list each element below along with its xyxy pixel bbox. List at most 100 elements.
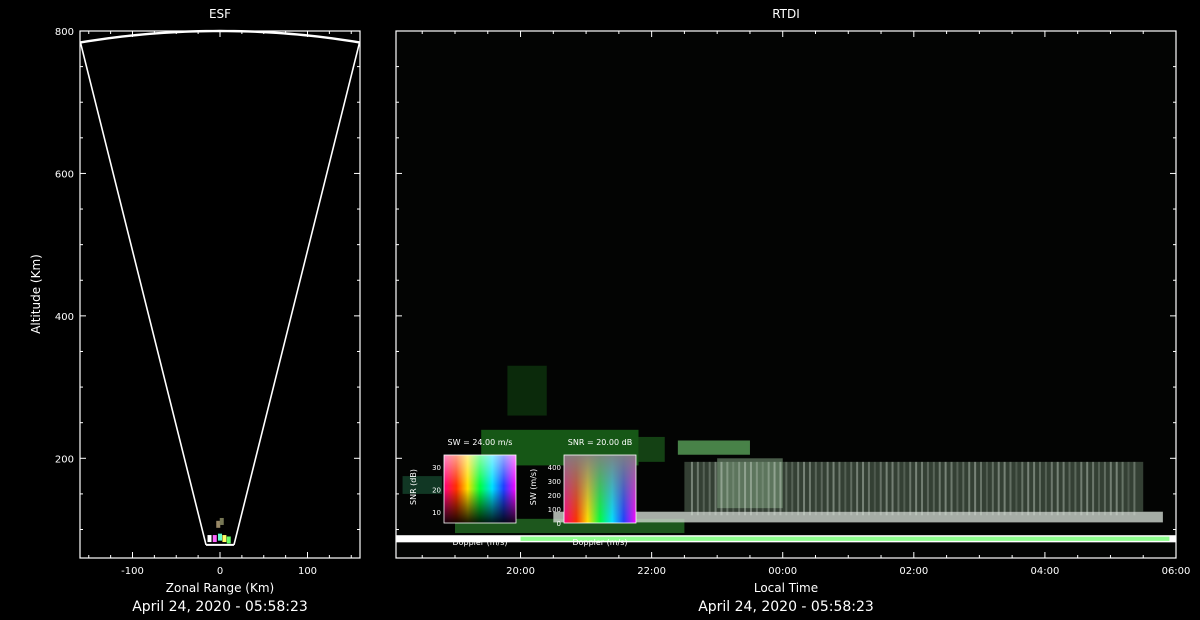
colorbar-title: SW = 24.00 m/s	[448, 438, 513, 447]
colorbar-y-tick-label: 30	[432, 464, 441, 472]
rtdi-echo-streak	[732, 461, 735, 516]
rtdi-echo-streak	[773, 461, 776, 516]
rtdi-echo-streak	[797, 461, 800, 516]
esf-y-axis-label: Altitude (Km)	[29, 254, 43, 334]
rtdi-echo-streak	[1062, 461, 1065, 516]
esf-title: ESF	[209, 7, 231, 21]
esf-y-tick-label: 400	[55, 312, 74, 323]
rtdi-echo-streak	[1033, 461, 1036, 516]
colorbar-y-tick-label: 100	[548, 506, 561, 514]
rtdi-echo-streak	[1103, 461, 1106, 516]
rtdi-echo-streak	[808, 461, 811, 516]
esf-x-tick-label: 100	[298, 566, 317, 577]
rtdi-x-axis-label: Local Time	[754, 581, 818, 595]
esf-x-tick-label: -100	[121, 566, 144, 577]
esf-panel: ESF -100 0 100 200 400 600 800 Zonal Range (Km…	[29, 7, 361, 615]
rtdi-echo-streak	[702, 461, 705, 516]
esf-echoes	[207, 517, 231, 544]
colorbar-y-tick-label: 0	[557, 520, 561, 528]
rtdi-echo-streak	[714, 461, 717, 516]
esf-x-tick-label: 0	[217, 566, 223, 577]
rtdi-echo-streak	[1092, 461, 1095, 516]
rtdi-panel: RTDI 20:00 22:00 00:00 02:00 04:00 06:00 SW =…	[395, 7, 1191, 615]
rtdi-echo-streak	[950, 461, 953, 516]
colorbar-y-label: SNR (dB)	[409, 469, 418, 505]
esf-echo-point	[219, 517, 224, 525]
rtdi-echo-streak	[932, 461, 935, 516]
esf-echo-point	[212, 535, 217, 543]
rtdi-echo-streak	[891, 461, 894, 516]
colorbar-y-tick-label: 200	[548, 492, 561, 500]
rtdi-echo-streak	[968, 461, 971, 516]
rtdi-echo-streak	[856, 461, 859, 516]
esf-echo-point	[216, 520, 221, 528]
rtdi-echo-streak	[744, 461, 747, 516]
rtdi-echo-streak	[1044, 461, 1047, 516]
rtdi-x-tick-label: 04:00	[1030, 566, 1059, 577]
rtdi-echo-streak	[956, 461, 959, 516]
rtdi-echo-streak	[1115, 461, 1118, 516]
rtdi-echo-streak	[1003, 461, 1006, 516]
rtdi-echo-streak	[897, 461, 900, 516]
rtdi-echo-streak	[1039, 461, 1042, 516]
rtdi-echo-streak	[921, 461, 924, 516]
rtdi-echo-streak	[909, 461, 912, 516]
rtdi-footer-timestamp: April 24, 2020 - 05:58:23	[698, 599, 874, 615]
rtdi-echo-streak	[879, 461, 882, 516]
colorbar-shade	[444, 455, 516, 523]
esf-footer-timestamp: April 24, 2020 - 05:58:23	[132, 599, 308, 615]
rtdi-echo-streak	[803, 461, 806, 516]
esf-echo-point	[226, 536, 231, 544]
rtdi-echo-streak	[1109, 461, 1112, 516]
colorbar-y-tick-label: 10	[432, 509, 441, 517]
rtdi-echo-streak	[980, 461, 983, 516]
rtdi-echo-streak	[1074, 461, 1077, 516]
esf-y-tick-label: 800	[55, 27, 74, 38]
rtdi-echo-streak	[903, 461, 906, 516]
rtdi-echo-streak	[814, 461, 817, 516]
rtdi-echo-streak	[749, 461, 752, 516]
rtdi-echo-streak	[838, 461, 841, 516]
rtdi-x-tick-label: 22:00	[637, 566, 666, 577]
colorbar-x-label: Doppler (m/s)	[452, 538, 507, 547]
esf-y-tick-label: 600	[55, 169, 74, 180]
rtdi-echo-streak	[862, 461, 865, 516]
rtdi-echo-layer	[677, 440, 750, 455]
rtdi-echo-streak	[991, 461, 994, 516]
esf-sector	[79, 29, 361, 546]
rtdi-echo-streak	[720, 461, 723, 516]
rtdi-x-tick-label: 02:00	[899, 566, 928, 577]
rtdi-echo-streak	[926, 461, 929, 516]
rtdi-echo-streak	[1015, 461, 1018, 516]
rtdi-echo-streak	[761, 461, 764, 516]
rtdi-echo-streak	[755, 461, 758, 516]
colorbar-shade	[564, 455, 636, 523]
rtdi-echo-streak	[985, 461, 988, 516]
esf-axis-ticks: -100 0 100 200 400 600 800	[55, 27, 360, 577]
rtdi-echo-streak	[867, 461, 870, 516]
esf-sector-outline	[79, 30, 361, 546]
esf-echo-point	[218, 533, 222, 541]
rtdi-echo-streak	[826, 461, 829, 516]
rtdi-echo-streak	[1009, 461, 1012, 516]
rtdi-echo-streak	[832, 461, 835, 516]
rtdi-echo-streak	[767, 461, 770, 516]
esf-echo-point	[207, 535, 212, 543]
rtdi-echo-streak	[944, 461, 947, 516]
rtdi-echo-layer	[638, 436, 665, 462]
rtdi-echo-streak	[1056, 461, 1059, 516]
colorbar-title: SNR = 20.00 dB	[568, 438, 632, 447]
rtdi-echo-streak	[1027, 461, 1030, 516]
colorbar-y-tick-label: 20	[432, 487, 441, 495]
rtdi-echo-streak	[726, 461, 729, 516]
rtdi-echo-streak	[962, 461, 965, 516]
esf-echo-point	[222, 535, 227, 543]
rtdi-echo-streak	[1133, 461, 1136, 516]
rtdi-echo-streak	[791, 461, 794, 516]
esf-x-axis-label: Zonal Range (Km)	[166, 581, 274, 595]
rtdi-echo-streak	[844, 461, 847, 516]
rtdi-echo-streak	[938, 461, 941, 516]
rtdi-x-tick-label: 06:00	[1162, 566, 1191, 577]
rtdi-echo-streak	[1021, 461, 1024, 516]
rtdi-x-tick-label: 20:00	[506, 566, 535, 577]
